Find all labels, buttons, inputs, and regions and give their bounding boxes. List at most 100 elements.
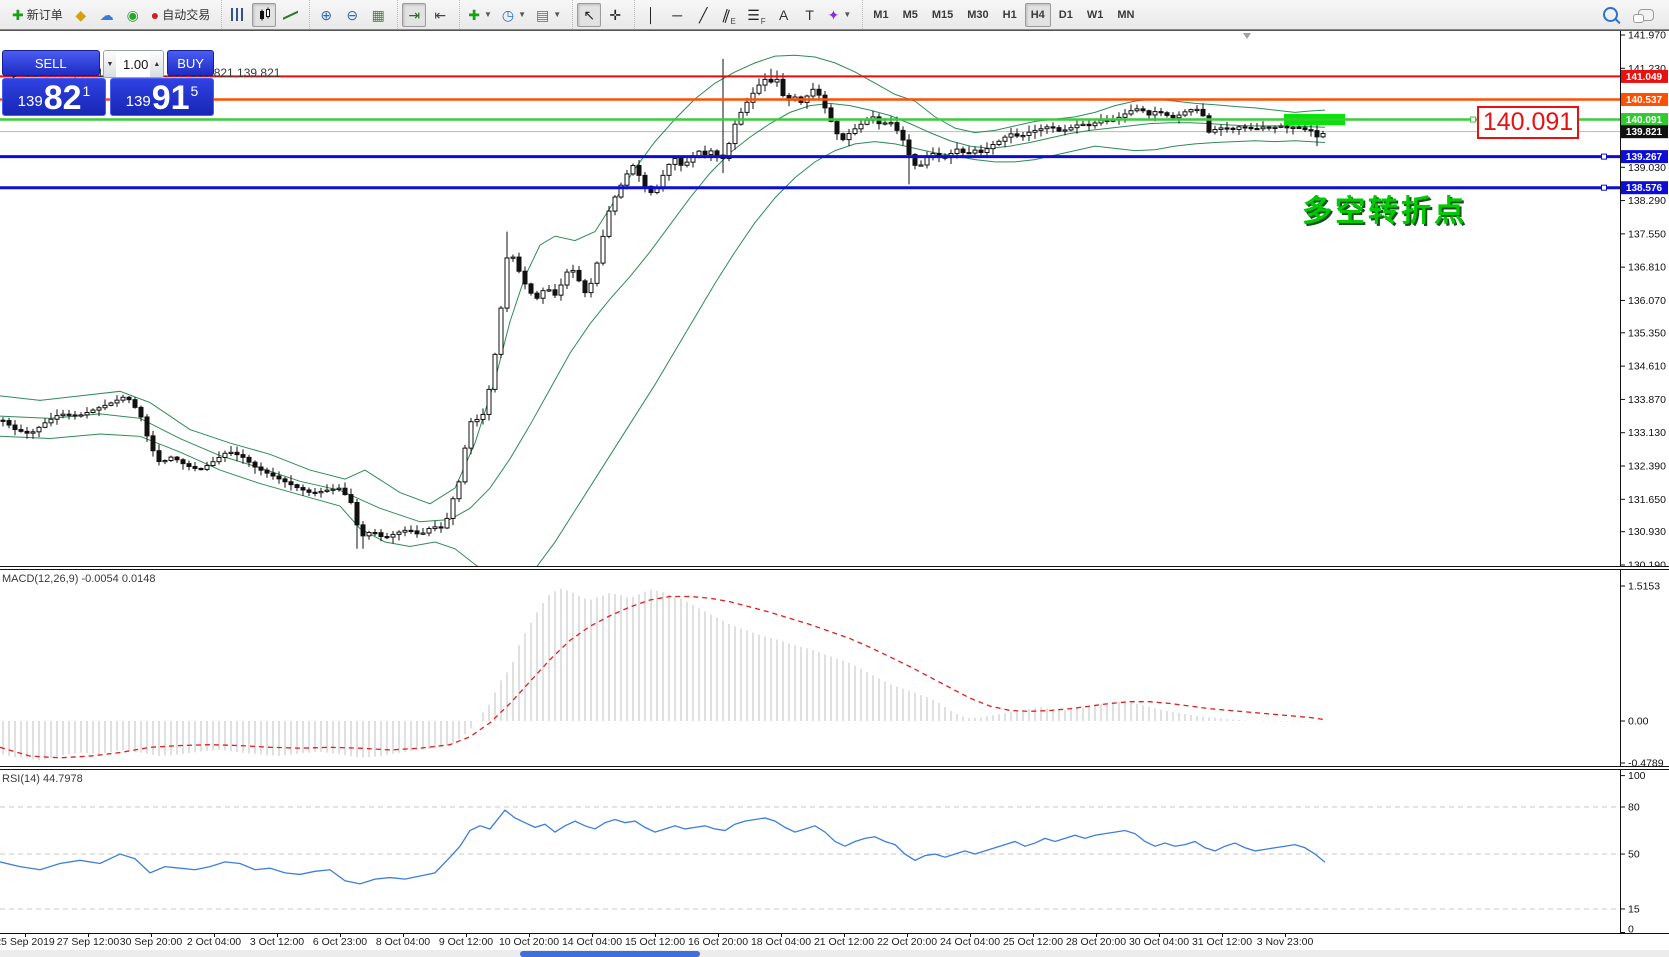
main-chart-canvas[interactable]: 141.970141.230139.030138.290137.550136.8… [0,31,1669,566]
sell-price-panel[interactable]: 139 82 1 [2,78,106,116]
svg-text:0: 0 [1628,924,1634,934]
fibonacci-button[interactable]: ☰ F [743,3,769,27]
crosshair-icon: ✛ [609,6,622,23]
bar-chart-icon [231,8,246,21]
chat-button[interactable] [1633,3,1658,27]
autotrading-icon: ● [150,6,160,23]
timeframe-mn-button[interactable]: MN [1111,3,1140,27]
zoom-out-icon: ⊖ [346,6,359,23]
chevron-down-icon: ▼ [483,10,492,19]
toolbar-group: ✚ ▼ ◷ ▼ ▤ ▼ [459,0,569,29]
line-chart-button[interactable] [278,3,302,27]
horizontal-line-icon: ─ [672,6,683,23]
timeframe-w1-button[interactable]: W1 [1081,3,1110,27]
channel-button[interactable]: ∥ E [717,3,741,27]
bar-chart-button[interactable] [226,3,250,27]
svg-text:134.610: 134.610 [1628,361,1666,373]
buy-price-panel[interactable]: 139 91 5 [110,78,214,116]
auto-scroll-button[interactable]: ⇥ [402,2,427,27]
time-axis-label: 6 Oct 23:00 [312,936,368,948]
periods-icon: ◷ [501,6,515,23]
sell-price-prefix: 139 [17,93,43,110]
time-axis-label: 3 Oct 12:00 [249,936,305,948]
svg-text:131.650: 131.650 [1628,494,1666,506]
timeframe-m5-button[interactable]: M5 [897,3,924,27]
time-axis-label: 31 Oct 12:00 [1191,936,1253,948]
bollinger-mid [0,102,1326,523]
trendline-button[interactable]: ╱ [691,3,715,27]
scrollbar-thumb[interactable] [520,951,700,957]
chart-shift-button[interactable]: ⇤ [428,3,452,27]
svg-text:80: 80 [1628,801,1640,813]
sell-button[interactable]: SELL [2,50,100,76]
macd-panel: MACD(12,26,9) -0.0054 0.0148 1.5153 0.00 -… [0,570,1669,766]
time-axis-label: 24 Oct 04:00 [939,936,1001,948]
text-label-button[interactable]: T [798,3,822,27]
cursor-button[interactable]: ↖ [577,2,602,27]
timeframe-h1-button[interactable]: H1 [997,3,1023,27]
svg-text:137.550: 137.550 [1628,228,1666,240]
vertical-line-button[interactable]: │ [639,3,663,27]
chart-shift-icon: ⇤ [434,6,447,23]
search-button[interactable] [1598,3,1622,27]
time-axis-label: 14 Oct 04:00 [561,936,623,948]
metaeditor-button[interactable]: ◆ [69,3,93,27]
toolbar-group: ↖ ✛ [572,0,631,29]
lot-decrease-button[interactable]: ▼ [103,51,117,77]
buy-button[interactable]: BUY [167,50,214,76]
candlestick-chart-button[interactable] [252,2,277,27]
line-chart-icon [283,9,298,21]
zoom-out-button[interactable]: ⊖ [340,3,364,27]
svg-text:0.00: 0.00 [1628,716,1649,728]
svg-text:130.190: 130.190 [1628,559,1666,566]
indicators-button[interactable]: ✚ ▼ [464,3,496,27]
lot-size-input[interactable] [116,51,151,77]
lot-size-stepper: ▼ ▲ [102,50,165,78]
svg-text:136.070: 136.070 [1628,295,1666,307]
rsi-canvas[interactable]: 100 80 50 15 0 [0,770,1669,933]
timeframe-h4-button[interactable]: H4 [1024,2,1051,27]
price-level-callout[interactable]: 140.091 [1477,106,1579,139]
text-button[interactable]: A [772,3,796,27]
svg-text:1.5153: 1.5153 [1628,581,1660,593]
timeframe-m30-button[interactable]: M30 [961,3,994,27]
svg-text:100: 100 [1628,770,1646,782]
macd-canvas[interactable]: 1.5153 0.00 -0.4789 [0,570,1669,766]
fibonacci-icon-letter: F [760,16,766,26]
crosshair-button[interactable]: ✛ [603,3,627,27]
zoom-in-icon: ⊕ [320,6,333,23]
timeframe-m1-button[interactable]: M1 [867,3,894,27]
signals-button[interactable]: ◉ [121,3,145,27]
timeframe-m15-button[interactable]: M15 [926,3,959,27]
bollinger-lower [0,140,1326,566]
svg-text:138.290: 138.290 [1628,195,1666,207]
rsi-panel: RSI(14) 44.7978 100 80 50 15 0 [0,770,1669,933]
tile-windows-icon: ▦ [371,6,385,23]
profiles-button[interactable]: ☁ [95,3,119,27]
time-axis[interactable]: 25 Sep 2019 27 Sep 12:00 30 Sep 20:00 2 Oct… [0,933,1669,950]
chart-shift-marker [1243,33,1251,39]
bottom-scrollbar [0,950,1669,957]
timeframe-d1-button[interactable]: D1 [1053,3,1079,27]
candlestick-icon [257,8,272,22]
svg-text:138.576: 138.576 [1626,183,1663,194]
one-click-trading-panel: SELL ▼ ▲ BUY 139 82 1 139 91 5 [2,50,214,116]
zoom-in-button[interactable]: ⊕ [314,3,338,27]
new-order-button[interactable]: ✚ 新订单 [8,3,67,27]
autotrading-button[interactable]: ● 自动交易 [147,3,214,27]
toolbar-group [221,0,306,29]
periods-button[interactable]: ◷ ▼ [498,3,530,27]
horizontal-line-button[interactable]: ─ [665,3,689,27]
tile-windows-button[interactable]: ▦ [366,3,390,27]
lot-increase-button[interactable]: ▲ [150,51,164,77]
chevron-down-icon: ▼ [518,10,527,19]
templates-button[interactable]: ▤ ▼ [532,3,565,27]
svg-text:132.390: 132.390 [1628,461,1666,473]
arrows-icon: ✦ [827,6,840,23]
arrows-button[interactable]: ✦ ▼ [824,3,856,27]
rsi-line [0,809,1326,885]
svg-text:133.130: 133.130 [1628,427,1666,439]
channel-icon-letter: E [730,16,736,26]
main-chart-panel: GBPJPY-,H4 139.909 139.966 139.821 139.8… [0,30,1669,566]
new-order-icon: ✚ [12,6,24,23]
